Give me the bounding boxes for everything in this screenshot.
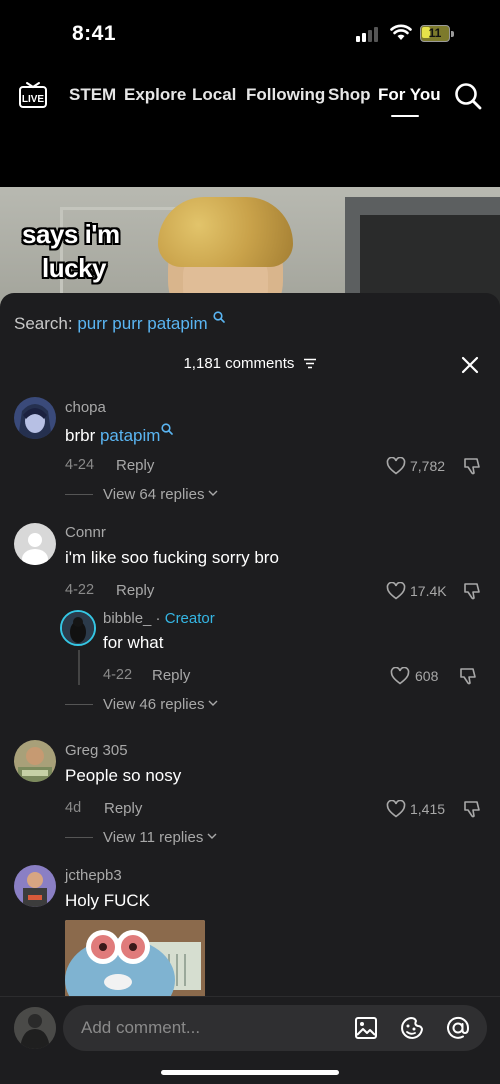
comments-sheet: Search: purr purr patapim 1,181 comments	[0, 293, 500, 1084]
comment-username[interactable]: chopa	[65, 399, 106, 416]
heart-icon[interactable]	[386, 582, 406, 600]
tab-explore[interactable]: Explore	[124, 85, 186, 105]
battery-level: 11	[428, 26, 442, 40]
comment-text: i'm like soo fucking sorry bro	[65, 548, 279, 567]
comment-input[interactable]	[81, 1015, 331, 1041]
like-count: 17.4K	[410, 583, 447, 599]
chevron-down-icon	[207, 833, 217, 839]
mention-icon[interactable]	[445, 1015, 471, 1041]
reply-button[interactable]: Reply	[116, 457, 154, 474]
status-bar: 8:41 11	[0, 0, 500, 62]
image-icon[interactable]	[353, 1015, 379, 1041]
reply-username[interactable]: bibble_ · Creator	[103, 610, 215, 627]
search-small-icon	[213, 311, 226, 323]
comment-input-container	[63, 1005, 487, 1051]
video-caption-line-2: lucky	[42, 253, 107, 283]
reply-button[interactable]: Reply	[152, 667, 190, 684]
tab-following[interactable]: Following	[246, 85, 325, 105]
search-small-icon	[161, 423, 174, 435]
home-indicator[interactable]	[161, 1070, 339, 1075]
tab-for-you[interactable]: For You	[378, 85, 441, 105]
creator-avatar[interactable]	[60, 610, 96, 646]
comment-text: brbr patapim	[65, 423, 174, 446]
avatar[interactable]	[14, 397, 56, 439]
close-icon[interactable]	[460, 355, 480, 375]
comment-text: People so nosy	[65, 766, 182, 785]
live-icon[interactable]: LIVE	[18, 80, 48, 110]
active-tab-indicator	[391, 115, 419, 117]
avatar[interactable]	[14, 740, 56, 782]
battery-icon: 11	[420, 25, 454, 42]
chevron-down-icon	[208, 700, 218, 706]
like-count: 7,782	[410, 458, 446, 474]
avatar[interactable]	[14, 523, 56, 565]
tab-local[interactable]: Local	[192, 85, 236, 105]
chevron-down-icon	[208, 490, 218, 496]
status-time: 8:41	[72, 22, 117, 45]
view-replies-button[interactable]: View 11 replies	[65, 829, 217, 846]
search-icon[interactable]	[454, 82, 482, 110]
comment-image[interactable]	[65, 920, 205, 1005]
reply-button[interactable]: Reply	[116, 582, 154, 599]
dislike-icon[interactable]	[462, 581, 482, 601]
heart-icon[interactable]	[390, 667, 410, 685]
top-nav: LIVE STEM Explore Local Following Shop F…	[0, 74, 500, 124]
video-caption-line-1: says i'm	[22, 219, 120, 249]
emoji-icon[interactable]	[399, 1015, 425, 1041]
heart-icon[interactable]	[386, 457, 406, 475]
cellular-signal-icon	[356, 26, 382, 42]
comment-date: 4-24	[65, 457, 95, 473]
comment-username[interactable]: jcthepb3	[65, 867, 122, 884]
my-avatar[interactable]	[14, 1007, 56, 1049]
reply-date: 4-22	[103, 667, 133, 683]
sort-icon[interactable]	[303, 358, 317, 369]
reply-button[interactable]: Reply	[104, 800, 142, 817]
heart-icon[interactable]	[386, 800, 406, 818]
like-count: 1,415	[410, 801, 446, 817]
reply-text: for what	[103, 633, 164, 652]
comment-text: Holy FUCK	[65, 891, 151, 910]
like-count: 608	[415, 668, 439, 684]
creator-badge: Creator	[164, 610, 215, 627]
comment-username[interactable]: Connr	[65, 524, 106, 541]
comments-count: 1,181 comments	[183, 355, 295, 372]
view-replies-button[interactable]: View 46 replies	[65, 696, 218, 713]
comment-date: 4d	[65, 800, 82, 816]
view-replies-button[interactable]: View 64 replies	[65, 486, 218, 503]
tab-stem[interactable]: STEM	[69, 85, 116, 105]
wifi-icon	[390, 24, 412, 40]
dislike-icon[interactable]	[462, 799, 482, 819]
dislike-icon[interactable]	[458, 666, 478, 686]
video-player[interactable]: says i'm lucky	[0, 187, 500, 307]
comment-search-link[interactable]: patapim	[100, 426, 160, 445]
tab-shop[interactable]: Shop	[328, 85, 371, 105]
comment-username[interactable]: Greg 305	[65, 742, 128, 759]
comment-composer	[0, 996, 500, 1084]
avatar[interactable]	[14, 865, 56, 907]
dislike-icon[interactable]	[462, 456, 482, 476]
search-prefix: Search:	[14, 314, 73, 333]
comment-date: 4-22	[65, 582, 95, 598]
search-suggestion[interactable]: Search: purr purr patapim	[14, 311, 226, 334]
live-label: LIVE	[22, 94, 45, 105]
comments-count-header[interactable]: 1,181 comments	[0, 355, 500, 372]
thread-line	[78, 650, 80, 685]
search-query[interactable]: purr purr patapim	[77, 314, 207, 333]
